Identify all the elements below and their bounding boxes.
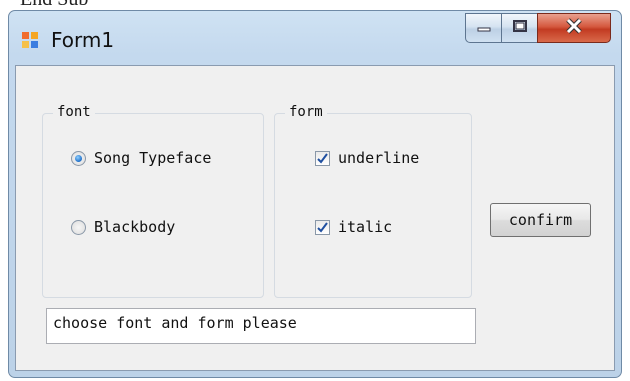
maximize-icon	[512, 19, 528, 38]
minimize-icon	[476, 19, 492, 37]
checkbox-label: underline	[338, 149, 420, 167]
form-group-label: form	[285, 104, 327, 120]
maximize-button[interactable]	[501, 13, 537, 43]
form-groupbox: form underline italic	[274, 104, 472, 298]
close-button[interactable]	[537, 13, 611, 43]
radio-song-typeface[interactable]: Song Typeface	[71, 149, 211, 167]
checkbox-italic[interactable]: italic	[315, 218, 392, 236]
confirm-button[interactable]: confirm	[490, 203, 591, 237]
close-icon	[563, 17, 585, 40]
radio-selected-icon	[71, 150, 86, 166]
radio-label: Song Typeface	[94, 149, 212, 167]
checkbox-checked-icon	[315, 150, 330, 166]
window-title: Form1	[51, 28, 115, 52]
form-client-area: font Song Typeface Blackbody form underl…	[15, 65, 615, 371]
title-bar[interactable]: Form1	[9, 11, 621, 63]
minimize-button[interactable]	[465, 13, 501, 43]
font-group-label: font	[53, 104, 95, 120]
checkbox-underline[interactable]: underline	[315, 149, 419, 167]
radio-label: Blackbody	[94, 218, 176, 236]
radio-blackbody[interactable]: Blackbody	[71, 218, 175, 236]
checkbox-label: italic	[338, 218, 393, 236]
status-textbox[interactable]: choose font and form please	[46, 308, 476, 344]
form-window: Form1 font Song Typeface Blackbody form …	[8, 10, 622, 378]
radio-unselected-icon	[71, 219, 86, 235]
caption-buttons	[465, 13, 611, 45]
checkbox-checked-icon	[315, 219, 330, 235]
font-groupbox: font Song Typeface Blackbody	[42, 104, 264, 298]
app-icon	[21, 31, 39, 49]
